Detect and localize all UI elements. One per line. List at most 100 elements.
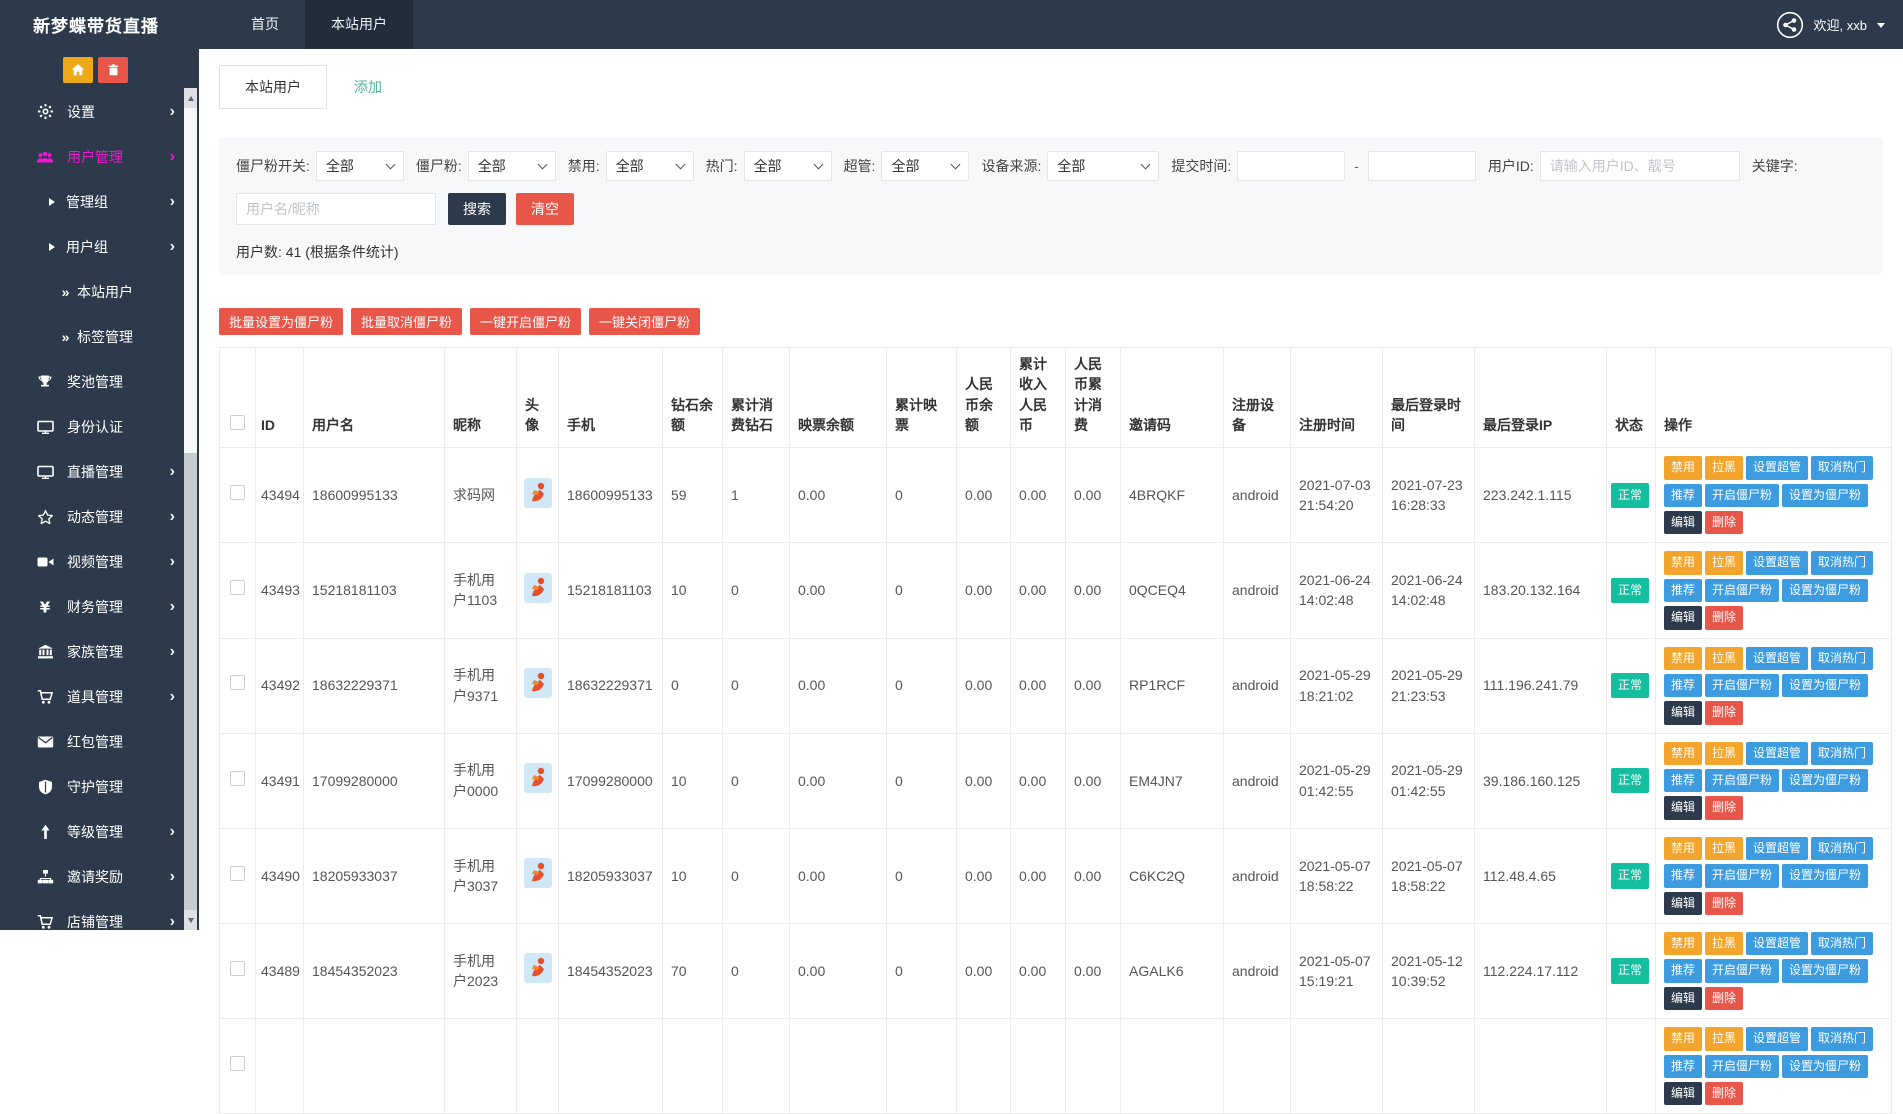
sidebar-item[interactable]: 管理组› xyxy=(0,179,199,224)
enable-zombie-button[interactable]: 开启僵尸粉 xyxy=(1705,579,1779,602)
welcome-text[interactable]: 欢迎, xxb xyxy=(1814,15,1867,34)
delete-button[interactable]: 删除 xyxy=(1705,511,1743,534)
filter-select[interactable]: 全部 xyxy=(316,151,404,181)
disable-button[interactable]: 禁用 xyxy=(1664,1027,1702,1050)
set-super-admin-button[interactable]: 设置超管 xyxy=(1746,456,1808,479)
set-zombie-button[interactable]: 设置为僵尸粉 xyxy=(1782,1055,1868,1078)
sidebar-item[interactable]: 道具管理› xyxy=(0,674,199,719)
row-checkbox[interactable] xyxy=(230,485,245,500)
nav-tab-home[interactable]: 首页 xyxy=(225,0,305,49)
batch-set-zombie-button[interactable]: 批量设置为僵尸粉 xyxy=(219,308,343,335)
edit-button[interactable]: 编辑 xyxy=(1664,606,1702,629)
sidebar-item[interactable]: 用户组› xyxy=(0,224,199,269)
set-zombie-button[interactable]: 设置为僵尸粉 xyxy=(1782,864,1868,887)
disable-button[interactable]: 禁用 xyxy=(1664,647,1702,670)
set-zombie-button[interactable]: 设置为僵尸粉 xyxy=(1782,769,1868,792)
blacklist-button[interactable]: 拉黑 xyxy=(1705,837,1743,860)
cancel-hot-button[interactable]: 取消热门 xyxy=(1811,932,1873,955)
row-checkbox[interactable] xyxy=(230,675,245,690)
cancel-hot-button[interactable]: 取消热门 xyxy=(1811,456,1873,479)
submit-time-start-input[interactable] xyxy=(1237,151,1345,181)
set-super-admin-button[interactable]: 设置超管 xyxy=(1746,742,1808,765)
user-id-input[interactable] xyxy=(1540,151,1740,181)
recommend-button[interactable]: 推荐 xyxy=(1664,1055,1702,1078)
blacklist-button[interactable]: 拉黑 xyxy=(1705,551,1743,574)
set-zombie-button[interactable]: 设置为僵尸粉 xyxy=(1782,674,1868,697)
delete-button[interactable]: 删除 xyxy=(1705,606,1743,629)
scrollbar-up-arrow[interactable] xyxy=(184,88,197,108)
blacklist-button[interactable]: 拉黑 xyxy=(1705,742,1743,765)
set-zombie-button[interactable]: 设置为僵尸粉 xyxy=(1782,579,1868,602)
blacklist-button[interactable]: 拉黑 xyxy=(1705,1027,1743,1050)
sidebar-item[interactable]: 身份认证 xyxy=(0,404,199,449)
enable-zombie-button[interactable]: 开启僵尸粉 xyxy=(1705,959,1779,982)
enable-zombie-button[interactable]: 开启僵尸粉 xyxy=(1705,484,1779,507)
tab-add[interactable]: 添加 xyxy=(354,77,382,97)
share-network-icon[interactable] xyxy=(1776,11,1804,39)
filter-select[interactable]: 全部 xyxy=(606,151,694,181)
enable-zombie-button[interactable]: 开启僵尸粉 xyxy=(1705,864,1779,887)
sidebar-scrollbar[interactable] xyxy=(184,88,197,930)
set-super-admin-button[interactable]: 设置超管 xyxy=(1746,647,1808,670)
filter-select[interactable]: 全部 xyxy=(468,151,556,181)
edit-button[interactable]: 编辑 xyxy=(1664,892,1702,915)
recommend-button[interactable]: 推荐 xyxy=(1664,959,1702,982)
recommend-button[interactable]: 推荐 xyxy=(1664,579,1702,602)
set-super-admin-button[interactable]: 设置超管 xyxy=(1746,1027,1808,1050)
scrollbar-thumb[interactable] xyxy=(184,108,197,453)
set-super-admin-button[interactable]: 设置超管 xyxy=(1746,837,1808,860)
edit-button[interactable]: 编辑 xyxy=(1664,701,1702,724)
sidebar-item[interactable]: 守护管理 xyxy=(0,764,199,809)
sidebar-item[interactable]: 等级管理› xyxy=(0,809,199,854)
search-button[interactable]: 搜索 xyxy=(448,193,506,225)
disable-button[interactable]: 禁用 xyxy=(1664,742,1702,765)
delete-button[interactable]: 删除 xyxy=(1705,701,1743,724)
blacklist-button[interactable]: 拉黑 xyxy=(1705,932,1743,955)
enable-zombie-button[interactable]: 开启僵尸粉 xyxy=(1705,674,1779,697)
enable-zombie-button[interactable]: 开启僵尸粉 xyxy=(1705,1055,1779,1078)
delete-button[interactable]: 删除 xyxy=(1705,987,1743,1010)
delete-button[interactable]: 删除 xyxy=(1705,796,1743,819)
scrollbar-down-arrow[interactable] xyxy=(184,910,197,930)
batch-cancel-zombie-button[interactable]: 批量取消僵尸粉 xyxy=(351,308,462,335)
cancel-hot-button[interactable]: 取消热门 xyxy=(1811,551,1873,574)
row-checkbox[interactable] xyxy=(230,771,245,786)
disable-button[interactable]: 禁用 xyxy=(1664,456,1702,479)
enable-all-zombie-button[interactable]: 一键开启僵尸粉 xyxy=(470,308,581,335)
row-checkbox[interactable] xyxy=(230,1056,245,1071)
submit-time-end-input[interactable] xyxy=(1368,151,1476,181)
select-all-checkbox[interactable] xyxy=(230,415,245,430)
home-button[interactable] xyxy=(63,57,93,83)
edit-button[interactable]: 编辑 xyxy=(1664,796,1702,819)
set-zombie-button[interactable]: 设置为僵尸粉 xyxy=(1782,484,1868,507)
sidebar-item[interactable]: 邀请奖励› xyxy=(0,854,199,899)
set-super-admin-button[interactable]: 设置超管 xyxy=(1746,932,1808,955)
clear-button[interactable]: 清空 xyxy=(516,193,574,225)
nav-tab-site-users[interactable]: 本站用户 xyxy=(305,0,413,49)
disable-button[interactable]: 禁用 xyxy=(1664,837,1702,860)
cancel-hot-button[interactable]: 取消热门 xyxy=(1811,742,1873,765)
disable-button[interactable]: 禁用 xyxy=(1664,551,1702,574)
filter-select[interactable]: 全部 xyxy=(881,151,969,181)
blacklist-button[interactable]: 拉黑 xyxy=(1705,456,1743,479)
disable-button[interactable]: 禁用 xyxy=(1664,932,1702,955)
blacklist-button[interactable]: 拉黑 xyxy=(1705,647,1743,670)
sidebar-item[interactable]: »本站用户 xyxy=(0,269,199,314)
sidebar-item[interactable]: 视频管理› xyxy=(0,539,199,584)
recommend-button[interactable]: 推荐 xyxy=(1664,864,1702,887)
cancel-hot-button[interactable]: 取消热门 xyxy=(1811,647,1873,670)
trash-button[interactable] xyxy=(98,57,128,83)
cancel-hot-button[interactable]: 取消热门 xyxy=(1811,837,1873,860)
set-super-admin-button[interactable]: 设置超管 xyxy=(1746,551,1808,574)
delete-button[interactable]: 删除 xyxy=(1705,892,1743,915)
tab-site-users[interactable]: 本站用户 xyxy=(219,65,327,109)
sidebar-item[interactable]: 设置› xyxy=(0,89,199,134)
sidebar-item[interactable]: 动态管理› xyxy=(0,494,199,539)
sidebar-item[interactable]: 奖池管理 xyxy=(0,359,199,404)
sidebar-item[interactable]: 直播管理› xyxy=(0,449,199,494)
disable-all-zombie-button[interactable]: 一键关闭僵尸粉 xyxy=(589,308,700,335)
edit-button[interactable]: 编辑 xyxy=(1664,987,1702,1010)
sidebar-item[interactable]: 红包管理 xyxy=(0,719,199,764)
set-zombie-button[interactable]: 设置为僵尸粉 xyxy=(1782,959,1868,982)
filter-select[interactable]: 全部 xyxy=(744,151,832,181)
